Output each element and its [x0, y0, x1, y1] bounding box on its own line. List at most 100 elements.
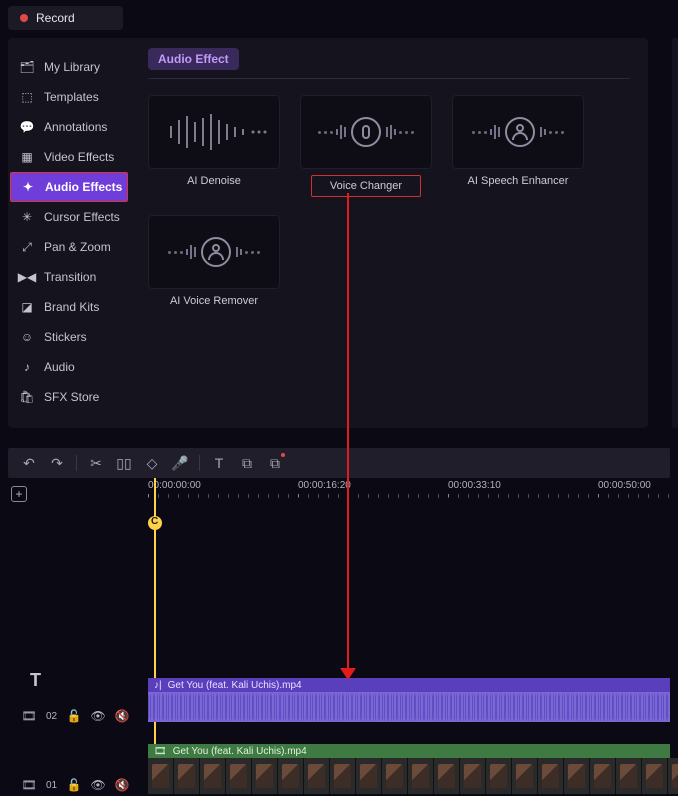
category-pill[interactable]: Audio Effect — [148, 48, 239, 70]
lock-toggle[interactable]: 🔓 — [67, 778, 81, 792]
sidebar-item-annotations[interactable]: 💬 Annotations — [8, 112, 130, 142]
right-panel-sliver — [672, 38, 678, 428]
effect-ai-voice-remover[interactable]: AI Voice Remover — [148, 215, 280, 307]
text-track-button[interactable]: T — [30, 670, 41, 691]
ruler-ticks — [148, 494, 670, 498]
voice-remove-icon — [168, 237, 260, 267]
mute-toggle[interactable]: 🔇 — [115, 709, 129, 723]
video-effects-icon: ▦ — [20, 150, 34, 164]
effect-label: AI Voice Remover — [170, 295, 258, 307]
clip-header: ♪| Get You (feat. Kali Uchis).mp4 — [148, 678, 670, 692]
separator — [199, 455, 200, 471]
clip-video-icon: 🎞 — [154, 746, 167, 757]
group-button[interactable]: ⧉ — [236, 452, 258, 474]
sidebar-item-cursor-effects[interactable]: ✳ Cursor Effects — [8, 202, 130, 232]
sidebar-item-audio-effects[interactable]: ✦ Audio Effects — [10, 172, 128, 202]
templates-icon: ⬚ — [20, 90, 34, 104]
record-label: Record — [36, 11, 75, 25]
cursor-effects-icon: ✳ — [20, 210, 34, 224]
effect-label: AI Speech Enhancer — [468, 175, 569, 187]
effect-thumb — [452, 95, 584, 169]
effect-ai-speech-enhancer[interactable]: AI Speech Enhancer — [452, 95, 584, 197]
sidebar-item-label: Audio — [44, 360, 75, 374]
pan-zoom-icon: ⤢ — [20, 240, 34, 254]
transition-icon: ▶◀ — [20, 270, 34, 284]
effects-grid: AI Denoise Voice Changer — [148, 95, 630, 307]
separator — [76, 455, 77, 471]
clip-audio[interactable]: ♪| Get You (feat. Kali Uchis).mp4 — [148, 678, 670, 722]
track-number: 01 — [46, 780, 57, 791]
clip-name: Get You (feat. Kali Uchis).mp4 — [168, 680, 302, 691]
sidebar: 🗂 My Library ⬚ Templates 💬 Annotations ▦ Vid… — [8, 38, 130, 428]
content-area: Audio Effect — [130, 38, 648, 428]
playhead-label: C — [151, 516, 158, 527]
sidebar-item-label: Brand Kits — [44, 300, 99, 314]
lock-toggle[interactable]: 🔓 — [67, 709, 81, 723]
crop-button[interactable]: ▯▯ — [113, 452, 135, 474]
effect-label: AI Denoise — [187, 175, 241, 187]
visibility-toggle[interactable]: 👁 — [91, 709, 105, 723]
audio-effects-icon: ✦ — [21, 180, 35, 194]
stickers-icon: ☺ — [20, 330, 34, 344]
sidebar-item-pan-zoom[interactable]: ⤢ Pan & Zoom — [8, 232, 130, 262]
sidebar-item-label: My Library — [44, 60, 100, 74]
sidebar-item-stickers[interactable]: ☺Stickers — [8, 322, 130, 352]
clip-thumbnails — [148, 758, 670, 794]
effect-thumb — [148, 95, 280, 169]
redo-button[interactable]: ↷ — [46, 452, 68, 474]
effect-thumb — [300, 95, 432, 169]
clip-video[interactable]: 🎞 Get You (feat. Kali Uchis).mp4 — [148, 744, 670, 794]
sidebar-item-audio[interactable]: ♪ Audio — [8, 352, 130, 382]
sidebar-item-transition[interactable]: ▶◀Transition — [8, 262, 130, 292]
annotations-icon: 💬 — [20, 120, 34, 134]
visibility-toggle[interactable]: 👁 — [91, 778, 105, 792]
sidebar-item-video-effects[interactable]: ▦ Video Effects — [8, 142, 130, 172]
mute-toggle[interactable]: 🔇 — [115, 778, 129, 792]
effect-label: Voice Changer — [311, 175, 421, 197]
sidebar-item-my-library[interactable]: 🗂 My Library — [8, 52, 130, 82]
sidebar-item-templates[interactable]: ⬚ Templates — [8, 82, 130, 112]
text-button[interactable]: T — [208, 452, 230, 474]
layers-button[interactable]: ⧉ — [264, 452, 286, 474]
sfx-store-icon: 🛍 — [20, 390, 34, 404]
track-number: 02 — [46, 711, 57, 722]
record-button[interactable]: Record — [8, 6, 123, 30]
track-head-01: 🎞 01 🔓 👁 🔇 — [22, 774, 129, 796]
sidebar-item-sfx-store[interactable]: 🛍 SFX Store — [8, 382, 130, 412]
clip-waveform — [148, 692, 670, 722]
record-dot-icon — [20, 14, 28, 22]
sidebar-item-label: Video Effects — [44, 150, 114, 164]
audio-icon: ♪ — [20, 360, 34, 374]
sidebar-item-label: Annotations — [44, 120, 107, 134]
clip-audio-icon: ♪| — [154, 680, 162, 691]
track-head-02: 🎞 02 🔓 👁 🔇 — [22, 705, 129, 727]
effect-ai-denoise[interactable]: AI Denoise — [148, 95, 280, 197]
sidebar-item-label: Pan & Zoom — [44, 240, 111, 254]
timeline-toolbar: ↶ ↷ ✂ ▯▯ ◇ 🎤 T ⧉ ⧉ — [8, 448, 670, 478]
ruler[interactable]: 00:00:00:00 00:00:16:20 00:00:33:10 00:0… — [148, 480, 670, 500]
ruler-mark: 00:00:16:20 — [298, 480, 351, 491]
add-track-button[interactable]: + — [11, 486, 27, 502]
main-panel: 🗂 My Library ⬚ Templates 💬 Annotations ▦ Vid… — [8, 38, 648, 428]
notification-dot-icon — [281, 453, 285, 457]
marker-button[interactable]: ◇ — [141, 452, 163, 474]
film-icon: 🎞 — [22, 778, 36, 792]
voiceover-button[interactable]: 🎤 — [169, 452, 191, 474]
divider — [148, 78, 630, 79]
speech-person-icon — [472, 117, 564, 147]
split-button[interactable]: ✂ — [85, 452, 107, 474]
film-icon: 🎞 — [22, 709, 36, 723]
sidebar-item-label: Templates — [44, 90, 99, 104]
ruler-mark: 00:00:50:00 — [598, 480, 651, 491]
undo-button[interactable]: ↶ — [18, 452, 40, 474]
waveform-icon — [159, 112, 269, 152]
sidebar-item-label: Cursor Effects — [44, 210, 120, 224]
sidebar-item-label: SFX Store — [44, 390, 99, 404]
library-icon: 🗂 — [20, 60, 34, 74]
clip-header: 🎞 Get You (feat. Kali Uchis).mp4 — [148, 744, 670, 758]
sidebar-item-label: Audio Effects — [45, 180, 122, 194]
annotation-arrow-head — [340, 668, 356, 680]
effect-thumb — [148, 215, 280, 289]
effect-voice-changer[interactable]: Voice Changer — [300, 95, 432, 197]
sidebar-item-brand-kits[interactable]: ◪Brand Kits — [8, 292, 130, 322]
